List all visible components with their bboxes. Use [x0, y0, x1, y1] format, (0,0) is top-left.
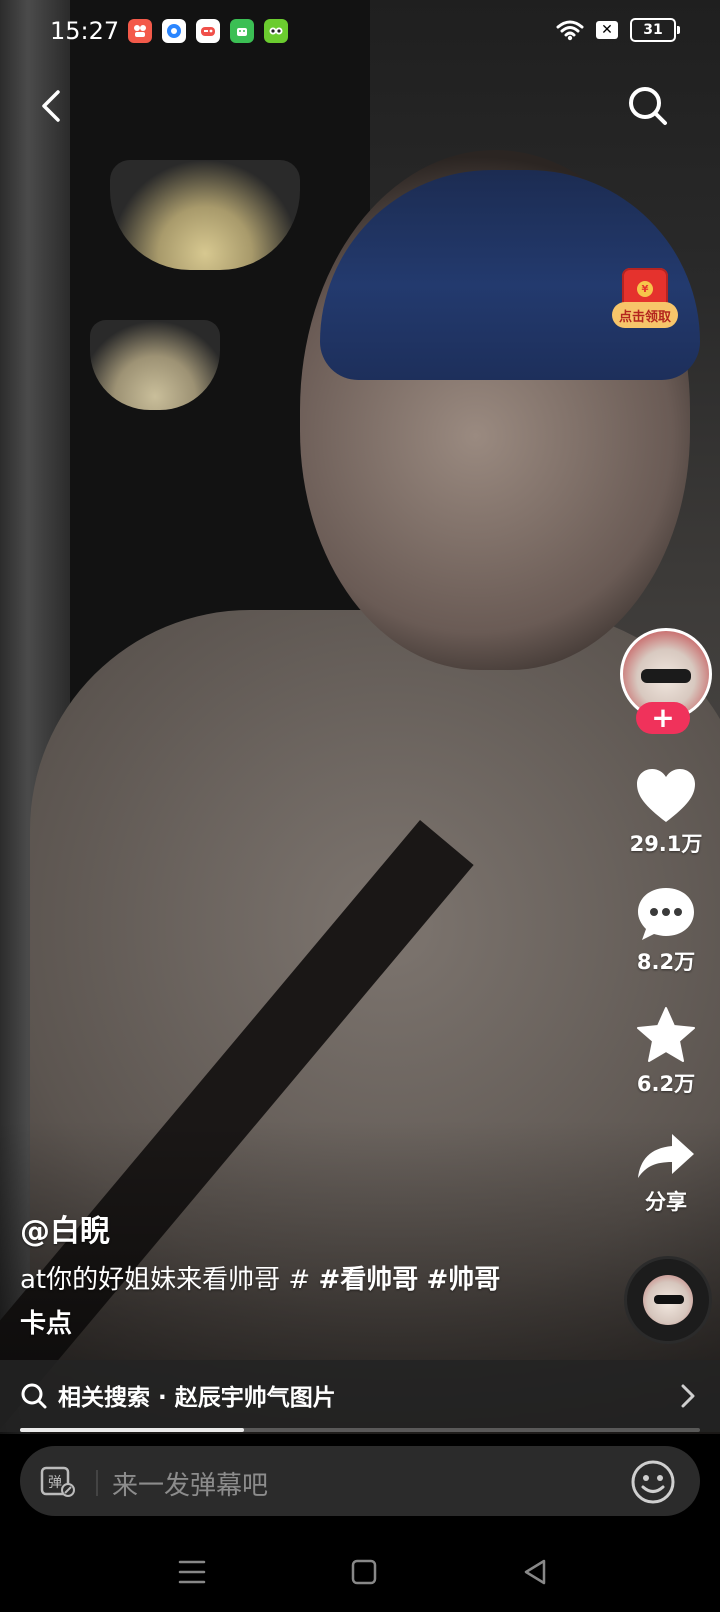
- kuaishou-app-icon: [128, 19, 152, 43]
- favorite-button[interactable]: 6.2万: [626, 1006, 706, 1098]
- no-sim-icon: ✕: [596, 21, 618, 39]
- like-count: 29.1万: [629, 832, 703, 856]
- duolingo-app-icon: [264, 19, 288, 43]
- status-indicators: ✕ 31: [556, 18, 680, 42]
- like-button[interactable]: 29.1万: [626, 768, 706, 858]
- red-envelope-button[interactable]: ¥ 点击领取: [612, 268, 678, 334]
- description-text: at你的好姐妹来看帅哥 #: [20, 1265, 319, 1295]
- playback-progress-bar[interactable]: [20, 1428, 700, 1432]
- status-bar: 15:27 ✕ 31: [0, 0, 720, 64]
- back-nav-icon[interactable]: [516, 1552, 556, 1592]
- plus-icon: +: [651, 701, 675, 734]
- danmu-icon-label: 弹: [48, 1475, 62, 1491]
- share-label: 分享: [645, 1190, 687, 1214]
- status-time: 15:27: [50, 17, 120, 45]
- heart-icon: [637, 769, 695, 822]
- video-description: at你的好姐妹来看帅哥 # #看帅哥 #帅哥卡点: [20, 1258, 560, 1346]
- coin-icon: ¥: [637, 281, 653, 297]
- comment-count: 8.2万: [636, 950, 696, 974]
- danmu-input-bar[interactable]: 弹 来一发弹幕吧: [20, 1446, 700, 1516]
- search-icon[interactable]: [626, 84, 670, 128]
- follow-button[interactable]: +: [636, 702, 690, 734]
- chevron-right-icon: [681, 1384, 695, 1408]
- music-disc[interactable]: [624, 1256, 712, 1344]
- star-icon: [637, 1007, 695, 1062]
- related-search-label: 相关搜索 · 赵辰宇帅气图片: [58, 1385, 336, 1411]
- wifi-icon: [556, 20, 584, 41]
- related-search-icon: [21, 1383, 47, 1409]
- battery-icon: 31: [630, 18, 680, 42]
- author-name[interactable]: @白睨: [20, 1206, 110, 1250]
- system-navigation-bar: [0, 1532, 720, 1612]
- share-arrow-icon: [638, 1134, 694, 1178]
- battery-level: 31: [643, 22, 663, 38]
- comment-icon: [638, 888, 694, 940]
- home-nav-icon[interactable]: [344, 1552, 384, 1592]
- video-player-screen: 15:27 ✕ 31 ¥ 点击领取 + 29.1万 8.2万 6.2万 分享 @…: [0, 0, 720, 1612]
- red-envelope-label: 点击领取: [612, 302, 678, 328]
- playback-progress-fill: [20, 1428, 245, 1432]
- share-button[interactable]: 分享: [626, 1130, 706, 1216]
- hashtag-kan-shuaige[interactable]: #看帅哥: [318, 1265, 418, 1295]
- danmu-separator: [96, 1470, 98, 1496]
- music-disc-glasses: [654, 1295, 684, 1304]
- game-app-icon: [196, 19, 220, 43]
- notification-app-icons: [128, 19, 288, 43]
- back-arrow-icon[interactable]: [34, 86, 74, 126]
- danmu-toggle-icon[interactable]: 弹: [40, 1466, 76, 1498]
- avatar-glasses: [641, 669, 691, 683]
- hashtag-shuaige[interactable]: #帅哥: [427, 1265, 501, 1295]
- comment-button[interactable]: 8.2万: [626, 886, 706, 976]
- emoji-icon[interactable]: [630, 1459, 676, 1505]
- favorite-count: 6.2万: [636, 1072, 696, 1096]
- android-app-icon: [230, 19, 254, 43]
- danmu-input-placeholder[interactable]: 来一发弹幕吧: [112, 1465, 268, 1502]
- related-search-bar[interactable]: 相关搜索 · 赵辰宇帅气图片: [0, 1360, 720, 1432]
- browser-app-icon: [162, 19, 186, 43]
- menu-nav-icon[interactable]: [172, 1552, 212, 1592]
- description-text-end: 卡点: [20, 1309, 73, 1339]
